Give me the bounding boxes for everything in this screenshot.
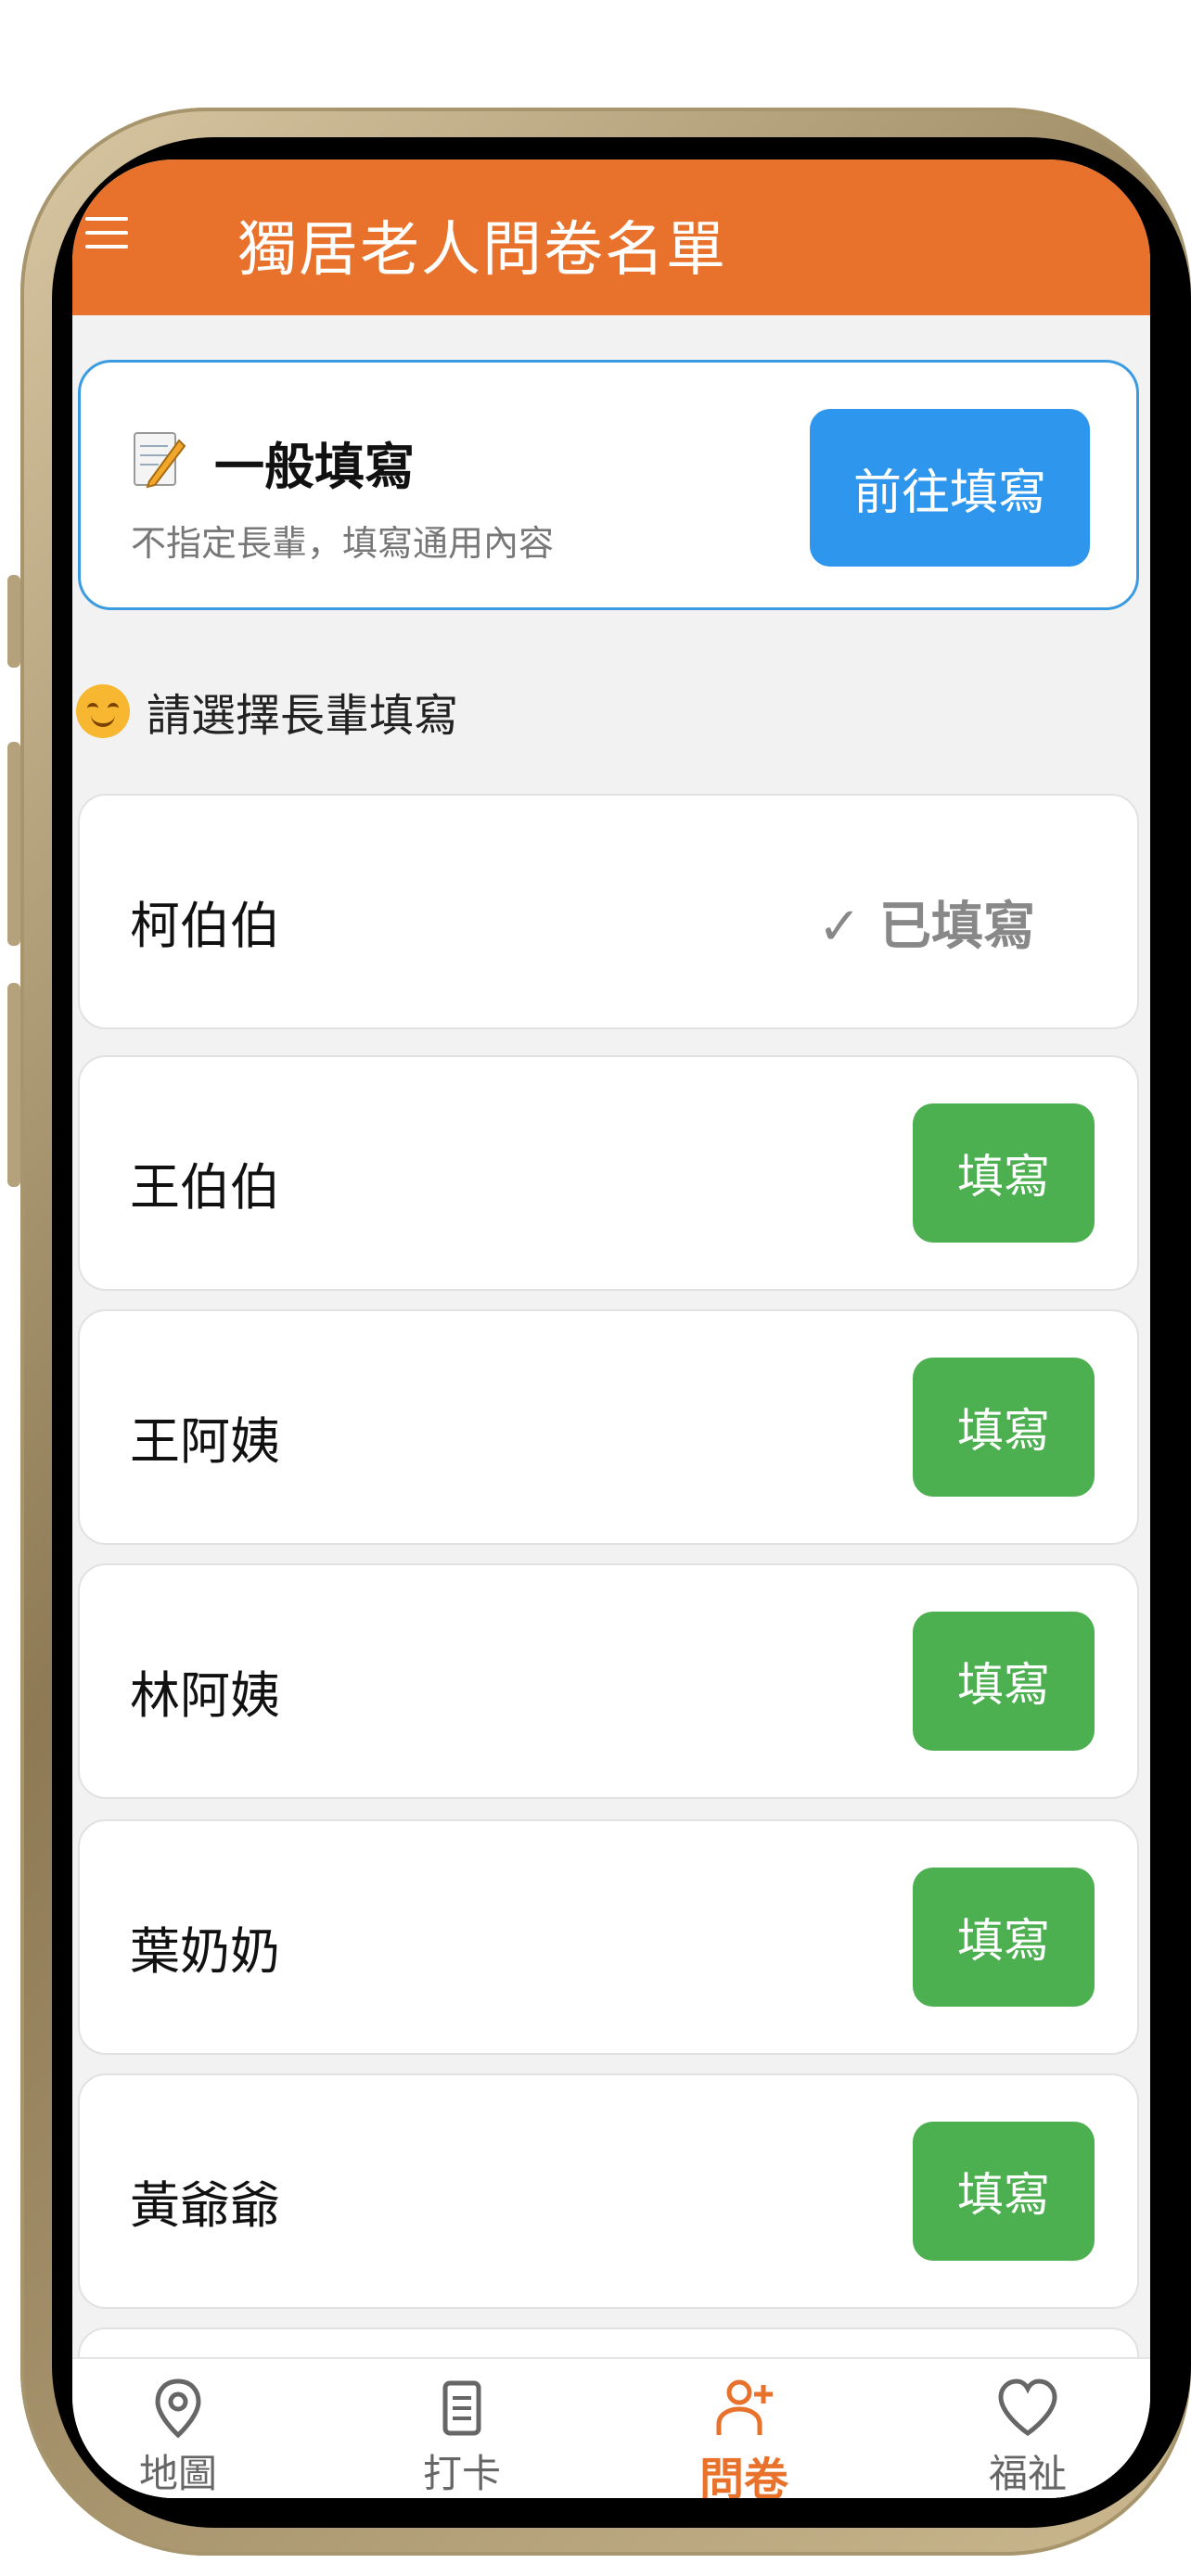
general-fill-subtitle: 不指定長輩，填寫通用內容 <box>131 523 555 564</box>
fill-button[interactable]: 填寫 <box>913 1358 1095 1497</box>
elder-row[interactable]: 柯伯伯 ✓ 已填寫 <box>78 794 1139 1029</box>
map-pin-icon <box>155 2378 201 2439</box>
app-header: 獨居老人問卷名單 <box>72 159 1150 315</box>
elder-name: 王伯伯 <box>130 1158 280 1217</box>
tab-label: 福祉 <box>988 2451 1067 2496</box>
bottom-tab-bar: 地圖 打卡 問卷 福祉 <box>72 2357 1150 2498</box>
fill-button[interactable]: 填寫 <box>913 2122 1095 2261</box>
fill-button[interactable]: 填寫 <box>913 1103 1095 1243</box>
tab-label: 打卡 <box>422 2451 501 2496</box>
memo-icon <box>134 432 186 489</box>
elder-row[interactable]: 林阿姨 填寫 <box>78 1563 1139 1799</box>
document-icon <box>442 2380 481 2436</box>
add-user-icon <box>716 2379 773 2435</box>
smiley-icon <box>76 684 130 738</box>
tab-welfare[interactable]: 福祉 <box>935 2376 1121 2498</box>
tab-label: 地圖 <box>138 2451 217 2496</box>
fill-button[interactable]: 填寫 <box>913 1868 1095 2007</box>
go-fill-button[interactable]: 前往填寫 <box>810 409 1090 567</box>
page-title: 獨居老人問卷名單 <box>237 216 727 285</box>
elder-row[interactable]: 黃爺爺 填寫 <box>78 2073 1139 2309</box>
elder-name: 黃爺爺 <box>130 2176 280 2235</box>
elder-row[interactable]: 王伯伯 填寫 <box>78 1055 1139 1291</box>
elder-name: 王阿姨 <box>130 1412 280 1471</box>
side-button <box>7 983 20 1187</box>
general-fill-card: 一般填寫 不指定長輩，填寫通用內容 前往填寫 <box>78 360 1139 610</box>
app-screen: 獨居老人問卷名單 一般填寫 不指定長輩，填寫通用內容 前往填寫 請選擇長輩填寫 … <box>72 159 1150 2498</box>
elder-row[interactable]: 王阿姨 填寫 <box>78 1309 1139 1545</box>
fill-button[interactable]: 填寫 <box>913 1612 1095 1751</box>
side-button <box>7 742 20 946</box>
section-title: 請選擇長輩填寫 <box>147 690 459 742</box>
elder-name: 柯伯伯 <box>130 897 280 955</box>
general-fill-title: 一般填寫 <box>214 438 415 496</box>
tab-checkin[interactable]: 打卡 <box>369 2376 555 2498</box>
section-heading: 請選擇長輩填寫 <box>76 679 458 744</box>
side-button <box>7 575 20 668</box>
tab-label: 問卷 <box>698 2454 788 2498</box>
hamburger-menu-icon[interactable] <box>85 217 128 249</box>
tab-survey[interactable]: 問卷 <box>651 2376 837 2498</box>
elder-name: 林阿姨 <box>130 1666 280 1725</box>
heart-icon <box>998 2378 1057 2437</box>
completed-status: ✓ 已填寫 <box>817 897 1035 957</box>
elder-row[interactable]: 葉奶奶 填寫 <box>78 1819 1139 2055</box>
tab-map[interactable]: 地圖 <box>85 2376 271 2498</box>
elder-name: 葉奶奶 <box>130 1922 280 1981</box>
